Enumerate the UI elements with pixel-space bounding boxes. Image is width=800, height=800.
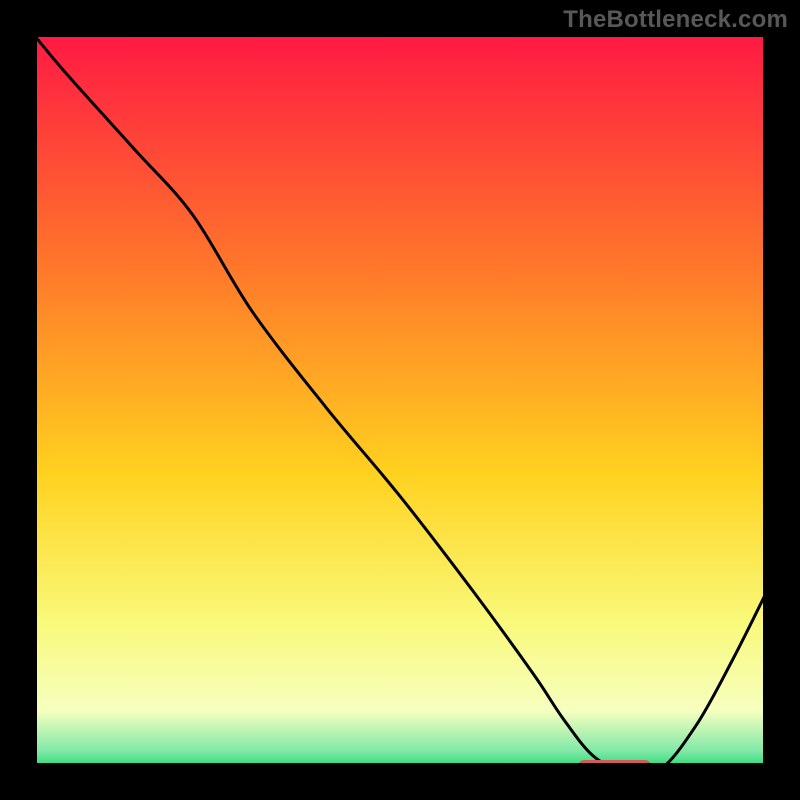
watermark-label: TheBottleneck.com <box>563 6 788 34</box>
chart-container: TheBottleneck.com <box>0 0 800 800</box>
bottleneck-chart <box>0 0 800 800</box>
plot-area <box>30 30 770 770</box>
